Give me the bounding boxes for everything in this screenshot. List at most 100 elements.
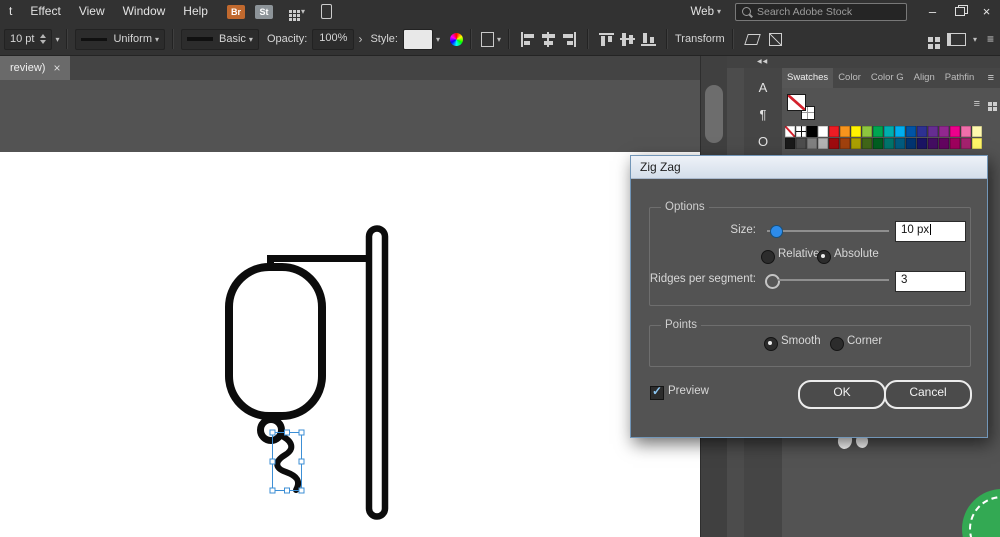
swatch[interactable]	[873, 138, 883, 149]
grid-view-icon[interactable]	[988, 102, 992, 106]
opentype-panel-icon[interactable]: O	[744, 130, 782, 153]
swatch[interactable]	[895, 138, 905, 149]
menu-help[interactable]: Help	[174, 0, 217, 23]
workspace-switcher[interactable]: Web ▾	[691, 6, 721, 18]
swatch-registration[interactable]	[796, 126, 806, 137]
swatch[interactable]	[906, 126, 916, 137]
selection-handle[interactable]	[298, 429, 305, 436]
ridges-input[interactable]: 3	[895, 271, 966, 292]
swatch[interactable]	[818, 138, 828, 149]
caret-down-icon[interactable]: ▾	[497, 35, 501, 44]
caret-down-icon[interactable]: ▾	[55, 35, 59, 44]
selection-handle[interactable]	[269, 458, 276, 465]
workspace-grid-icon[interactable]	[288, 10, 292, 13]
width-profile-combo[interactable]: Uniform ▾	[75, 28, 166, 50]
swatch-none[interactable]	[785, 126, 795, 137]
artwork-iv-bag[interactable]	[225, 263, 326, 420]
panel-tab-color-g[interactable]: Color G	[866, 68, 909, 88]
align-right-icon[interactable]	[561, 31, 577, 47]
artwork-zigzag-tube[interactable]	[274, 432, 302, 493]
corner-radio[interactable]	[830, 337, 844, 351]
corner-label[interactable]: Corner	[847, 335, 882, 347]
swatch[interactable]	[928, 138, 938, 149]
swatch[interactable]	[906, 138, 916, 149]
document-grid-icon[interactable]	[927, 36, 933, 42]
swatch[interactable]	[939, 126, 949, 137]
cancel-button[interactable]: Cancel	[884, 380, 972, 409]
recolor-artwork-icon[interactable]	[449, 32, 463, 46]
swatch[interactable]	[873, 126, 883, 137]
selection-handle[interactable]	[269, 487, 276, 494]
swatch[interactable]	[807, 138, 817, 149]
preview-label[interactable]: Preview	[668, 385, 709, 397]
search-input[interactable]: Search Adobe Stock	[735, 2, 907, 21]
align-bottom-icon[interactable]	[640, 31, 656, 47]
opacity-more-icon[interactable]: ›	[358, 32, 362, 46]
swatch[interactable]	[840, 138, 850, 149]
panel-menu-icon[interactable]: ≡	[982, 68, 1000, 88]
restore-button[interactable]	[946, 0, 973, 23]
relative-label[interactable]: Relative	[778, 248, 820, 260]
align-left-icon[interactable]	[519, 31, 535, 47]
swatch[interactable]	[862, 138, 872, 149]
stroke-weight-combo[interactable]: 10 pt	[4, 28, 53, 50]
ridges-slider-knob[interactable]	[765, 274, 780, 289]
menu-effect[interactable]: Effect	[21, 0, 69, 23]
align-center-icon[interactable]	[540, 31, 556, 47]
selection-handle[interactable]	[298, 487, 305, 494]
panel-tab-color[interactable]: Color	[833, 68, 866, 88]
swatch[interactable]	[796, 138, 806, 149]
ridges-slider-track[interactable]	[778, 279, 889, 281]
opacity-value[interactable]: 100%	[312, 28, 355, 50]
list-view-icon[interactable]: ≡	[974, 98, 980, 110]
preview-checkbox[interactable]	[650, 384, 664, 400]
pasteboard[interactable]	[0, 80, 700, 152]
stock-badge[interactable]: St	[254, 4, 273, 19]
style-swatch[interactable]	[402, 28, 433, 50]
selection-handle[interactable]	[284, 487, 290, 494]
paragraph-panel-icon[interactable]: ¶	[744, 103, 782, 126]
minimize-button[interactable]: –	[919, 0, 946, 23]
menu-t[interactable]: t	[0, 0, 21, 23]
menu-window[interactable]: Window	[114, 0, 175, 23]
swatch[interactable]	[950, 126, 960, 137]
swatch[interactable]	[895, 126, 905, 137]
size-slider-track[interactable]	[767, 230, 889, 232]
tab-close-icon[interactable]: ×	[53, 61, 60, 75]
menu-icon[interactable]: ≡	[987, 32, 994, 46]
stepper-icon[interactable]	[40, 34, 47, 44]
absolute-label[interactable]: Absolute	[834, 248, 879, 260]
swatch[interactable]	[840, 126, 850, 137]
document-tab[interactable]: review) ×	[0, 55, 71, 80]
smooth-radio[interactable]	[764, 337, 778, 351]
absolute-radio[interactable]	[817, 250, 831, 264]
panel-tab-align[interactable]: Align	[909, 68, 940, 88]
align-middle-icon[interactable]	[619, 31, 635, 47]
fill-none-icon[interactable]	[787, 94, 806, 111]
caret-down-icon[interactable]: ▾	[436, 35, 440, 44]
swatch[interactable]	[862, 126, 872, 137]
swatch[interactable]	[950, 138, 960, 149]
smooth-label[interactable]: Smooth	[781, 335, 821, 347]
swatch[interactable]	[972, 126, 982, 137]
close-button[interactable]: ×	[973, 0, 1000, 23]
swatch[interactable]	[972, 138, 982, 149]
selection-handle[interactable]	[298, 458, 305, 465]
swatch[interactable]	[917, 126, 927, 137]
scrollbar-thumb[interactable]	[705, 85, 723, 143]
swatch[interactable]	[917, 138, 927, 149]
swatch[interactable]	[884, 138, 894, 149]
swatch[interactable]	[939, 138, 949, 149]
selection-handle[interactable]	[284, 429, 290, 436]
brush-combo[interactable]: Basic ▾	[181, 28, 259, 50]
swatch[interactable]	[851, 138, 861, 149]
panel-tab-pathfin[interactable]: Pathfin	[940, 68, 980, 88]
size-input[interactable]: 10 px	[895, 221, 966, 242]
relative-radio[interactable]	[761, 250, 775, 264]
swatch[interactable]	[829, 126, 839, 137]
ok-button[interactable]: OK	[798, 380, 886, 409]
panel-tab-swatches[interactable]: Swatches	[782, 68, 834, 88]
bridge-badge[interactable]: Br	[226, 4, 245, 19]
collapse-panels-icon[interactable]: ◀◀	[757, 58, 768, 65]
selection-handle[interactable]	[269, 429, 276, 436]
